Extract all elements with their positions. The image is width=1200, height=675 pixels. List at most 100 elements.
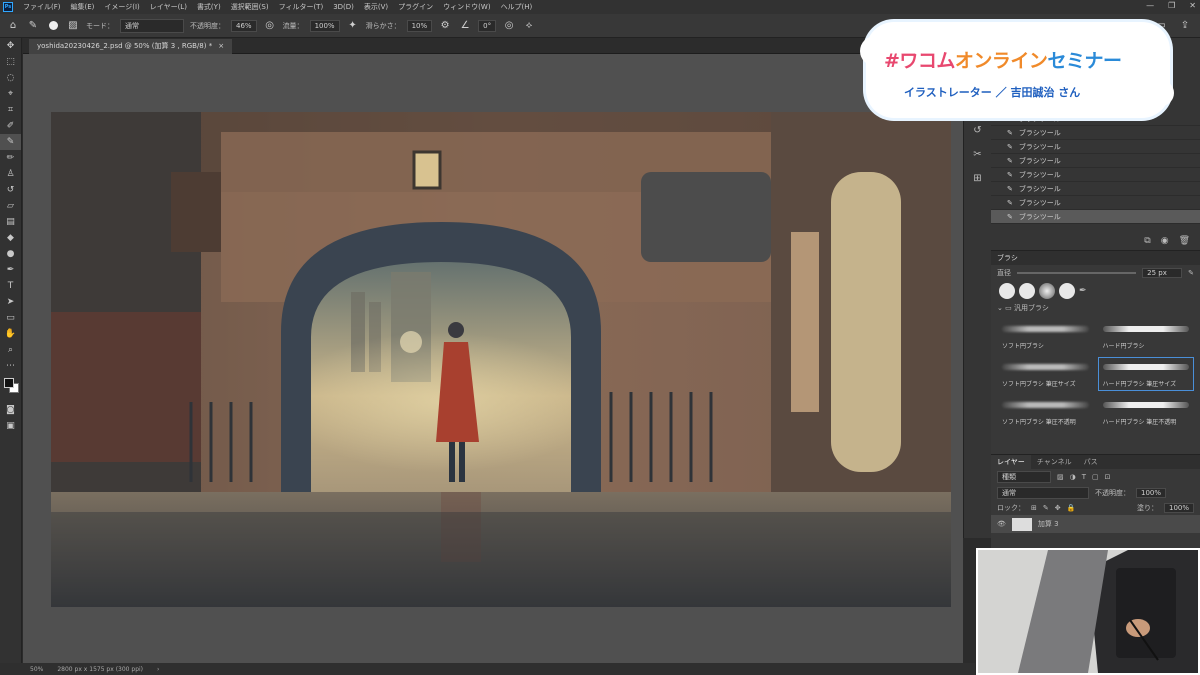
crop-tool-icon[interactable]: ⌗ — [0, 102, 21, 118]
quick-mask-icon[interactable]: ◙ — [0, 402, 21, 418]
rectangle-tool-icon[interactable]: ▭ — [0, 310, 21, 326]
photoshop-logo-icon[interactable]: Ps — [3, 2, 13, 12]
layer-opacity-field[interactable]: 100% — [1136, 488, 1167, 498]
brush-preset[interactable]: ソフト円ブラシ 筆圧サイズ — [997, 357, 1094, 391]
lock-paint-icon[interactable]: ✎ — [1043, 504, 1049, 512]
brush-preset[interactable]: ソフト円ブラシ 筆圧不透明 — [997, 395, 1094, 429]
layer-row[interactable]: 👁 加算 3 — [991, 515, 1200, 533]
tab-paths[interactable]: パス — [1078, 455, 1104, 469]
dodge-tool-icon[interactable]: ● — [0, 246, 21, 262]
brush-preset[interactable]: ハード円ブラシ 筆圧不透明 — [1098, 395, 1195, 429]
path-select-tool-icon[interactable]: ➤ — [0, 294, 21, 310]
lock-transparent-icon[interactable]: ⊞ — [1031, 504, 1037, 512]
menu-view[interactable]: 表示(V) — [359, 2, 393, 12]
opacity-field[interactable]: 46% — [231, 19, 257, 32]
lock-move-icon[interactable]: ✥ — [1055, 504, 1061, 512]
menu-image[interactable]: イメージ(I) — [99, 2, 144, 12]
brush-tip-hard-icon[interactable] — [999, 283, 1015, 299]
brush-edit-icon[interactable]: ✎ — [1188, 269, 1194, 277]
canvas-area[interactable] — [23, 54, 963, 663]
brush-tip-hard-icon[interactable] — [1019, 283, 1035, 299]
marquee-tool-icon[interactable]: ⬚ — [0, 54, 21, 70]
brush-tool-icon[interactable]: ✎ — [0, 134, 21, 150]
close-window-icon[interactable]: ✕ — [1189, 1, 1196, 10]
home-icon[interactable]: ⌂ — [6, 19, 20, 33]
move-tool-icon[interactable]: ✥ — [0, 38, 21, 54]
zoom-tool-icon[interactable]: ⌕ — [0, 342, 21, 358]
menu-file[interactable]: ファイル(F) — [18, 2, 66, 12]
mode-select[interactable]: 通常 — [120, 18, 184, 33]
gradient-tool-icon[interactable]: ▤ — [0, 214, 21, 230]
eraser-tool-icon[interactable]: ▱ — [0, 198, 21, 214]
brush-tip-soft-icon[interactable] — [1039, 283, 1055, 299]
brush-preset[interactable]: ハード円ブラシ — [1098, 319, 1195, 353]
history-item[interactable]: ✎ ブラシツール — [991, 196, 1200, 210]
menu-select[interactable]: 選択範囲(S) — [226, 2, 274, 12]
mixer-brush-tool-icon[interactable]: ✏ — [0, 150, 21, 166]
menu-plugins[interactable]: プラグイン — [393, 2, 438, 12]
filter-shape-icon[interactable]: ▢ — [1092, 473, 1099, 481]
menu-filter[interactable]: フィルター(T) — [274, 2, 329, 12]
history-item[interactable]: ✎ ブラシツール — [991, 154, 1200, 168]
clone-stamp-tool-icon[interactable]: ♙ — [0, 166, 21, 182]
blur-tool-icon[interactable]: ◆ — [0, 230, 21, 246]
menu-3d[interactable]: 3D(D) — [328, 3, 359, 11]
airbrush-icon[interactable]: ✦ — [346, 19, 360, 33]
visibility-eye-icon[interactable]: 👁 — [997, 520, 1006, 528]
brush-size-field[interactable]: 25 px — [1142, 268, 1183, 278]
history-item[interactable]: ✎ ブラシツール — [991, 210, 1200, 224]
menu-layer[interactable]: レイヤー(L) — [145, 2, 192, 12]
brush-preset-picker[interactable] — [46, 19, 60, 33]
pressure-opacity-icon[interactable]: ◎ — [263, 19, 277, 33]
artwork-canvas[interactable] — [51, 112, 951, 607]
filter-smart-icon[interactable]: ⊡ — [1105, 473, 1111, 481]
flow-field[interactable]: 100% — [309, 19, 340, 32]
type-tool-icon[interactable]: T — [0, 278, 21, 294]
properties-panel-icon[interactable]: ⊞ — [964, 166, 991, 190]
history-panel-icon[interactable]: ↺ — [964, 118, 991, 142]
smoothing-settings-icon[interactable]: ⚙ — [438, 19, 452, 33]
new-document-from-state-icon[interactable]: ⧉ — [1144, 236, 1150, 246]
hand-tool-icon[interactable]: ✋ — [0, 326, 21, 342]
menu-window[interactable]: ウィンドウ(W) — [438, 2, 495, 12]
menu-help[interactable]: ヘルプ(H) — [496, 2, 538, 12]
smoothing-field[interactable]: 10% — [406, 19, 433, 32]
brush-tool-icon[interactable]: ✎ — [26, 19, 40, 33]
brush-preset[interactable]: ハード円ブラシ 筆圧サイズ — [1097, 357, 1194, 391]
share-icon[interactable]: ⇪ — [1178, 19, 1192, 33]
angle-field[interactable]: 0° — [478, 19, 497, 32]
object-select-tool-icon[interactable]: ⌖ — [0, 86, 21, 102]
symmetry-icon[interactable]: ⟡ — [522, 19, 536, 33]
history-item[interactable]: ✎ ブラシツール — [991, 168, 1200, 182]
layer-filter-select[interactable]: 種類 — [997, 471, 1051, 483]
brush-settings-icon[interactable]: ▨ — [66, 19, 80, 33]
foreground-color-swatch[interactable] — [4, 378, 14, 388]
brush-size-slider[interactable] — [1017, 272, 1137, 274]
document-tab[interactable]: yoshida20230426_2.psd @ 50% (加算 3 , RGB/… — [29, 39, 233, 54]
eyedropper-tool-icon[interactable]: ✐ — [0, 118, 21, 134]
pen-tool-icon[interactable]: ✒ — [0, 262, 21, 278]
history-item[interactable]: ✎ ブラシツール — [991, 182, 1200, 196]
more-tools-icon[interactable]: ⋯ — [0, 358, 21, 374]
history-brush-tool-icon[interactable]: ↺ — [0, 182, 21, 198]
brush-pen-icon[interactable]: ✒ — [1079, 286, 1087, 296]
delete-state-icon[interactable]: 🗑 — [1179, 236, 1190, 246]
history-item[interactable]: ✎ ブラシツール — [991, 126, 1200, 140]
menu-edit[interactable]: 編集(E) — [66, 2, 100, 12]
status-menu-arrow[interactable]: › — [157, 666, 159, 673]
brush-folder[interactable]: ⌄ ▭ 汎用ブラシ — [991, 301, 1200, 315]
filter-pixel-icon[interactable]: ▨ — [1057, 473, 1064, 481]
tab-layers[interactable]: レイヤー — [991, 455, 1031, 469]
brush-tip-hard-icon[interactable] — [1059, 283, 1075, 299]
lock-all-icon[interactable]: 🔒 — [1067, 504, 1076, 512]
brush-preset[interactable]: ソフト円ブラシ — [997, 319, 1094, 353]
history-item[interactable]: ✎ ブラシツール — [991, 140, 1200, 154]
color-swatches[interactable] — [0, 374, 21, 402]
brush-settings-panel-icon[interactable]: ✂ — [964, 142, 991, 166]
filter-adjust-icon[interactable]: ◑ — [1070, 473, 1076, 481]
lasso-tool-icon[interactable]: ◌ — [0, 70, 21, 86]
zoom-level[interactable]: 50% — [30, 666, 43, 673]
close-tab-icon[interactable]: × — [218, 42, 224, 50]
menu-type[interactable]: 書式(Y) — [192, 2, 226, 12]
tab-channels[interactable]: チャンネル — [1031, 455, 1078, 469]
